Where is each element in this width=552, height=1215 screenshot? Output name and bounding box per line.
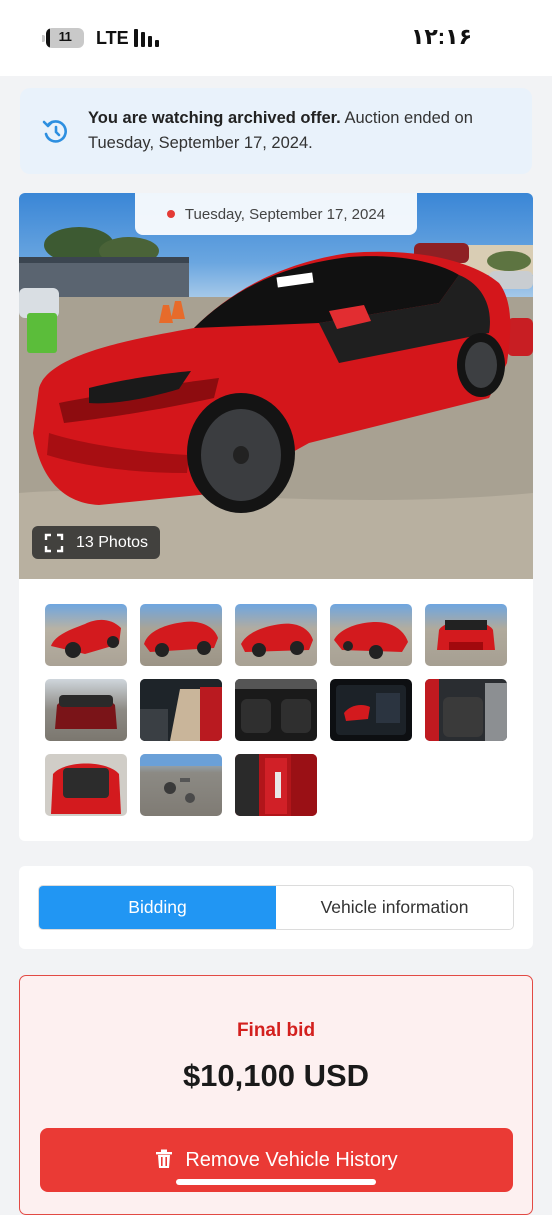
status-bar: 11 LTE ۱۲:۱۶ bbox=[0, 0, 552, 76]
home-indicator[interactable] bbox=[176, 1179, 376, 1185]
final-bid-value: $10,100 USD bbox=[182, 1058, 370, 1093]
main-vehicle-photo[interactable]: Tuesday, September 17, 2024 13 Photos bbox=[19, 193, 533, 579]
archived-notice: You are watching archived offer. Auction… bbox=[20, 88, 532, 174]
history-icon bbox=[42, 120, 67, 143]
auction-date-pill: Tuesday, September 17, 2024 bbox=[135, 193, 417, 235]
battery-level: 11 bbox=[58, 29, 72, 44]
final-bid-label: Final bid bbox=[236, 1020, 316, 1041]
thumbnail-11[interactable] bbox=[45, 754, 127, 816]
thumbnail-6[interactable] bbox=[45, 679, 127, 741]
view-photos-button[interactable]: 13 Photos bbox=[32, 526, 161, 559]
thumbnail-1[interactable] bbox=[45, 604, 127, 666]
thumbnail-8[interactable] bbox=[235, 679, 317, 741]
notice-text: You are watching archived offer. Auction… bbox=[88, 106, 508, 156]
clock: ۱۲:۱۶ bbox=[410, 24, 472, 49]
trash-icon bbox=[156, 1149, 173, 1168]
expand-icon bbox=[44, 533, 64, 552]
tab-vehicle-information[interactable]: Vehicle information bbox=[276, 886, 513, 929]
thumbnail-7[interactable] bbox=[140, 679, 222, 741]
thumbnail-10[interactable] bbox=[425, 679, 507, 741]
thumbnail-12[interactable] bbox=[140, 754, 222, 816]
tab-bar: Bidding Vehicle information bbox=[38, 885, 514, 930]
tabs-card: Bidding Vehicle information bbox=[19, 866, 533, 949]
photos-count-label: 13 Photos bbox=[76, 533, 149, 551]
tab-bidding[interactable]: Bidding bbox=[39, 886, 276, 929]
thumbnail-5[interactable] bbox=[425, 604, 507, 666]
thumbnail-2[interactable] bbox=[140, 604, 222, 666]
thumbnail-grid bbox=[45, 604, 509, 816]
auction-date-label: Tuesday, September 17, 2024 bbox=[184, 205, 386, 223]
network-type: LTE bbox=[96, 28, 129, 48]
gallery-card: Tuesday, September 17, 2024 13 Photos bbox=[19, 193, 533, 841]
thumbnail-13[interactable] bbox=[235, 754, 317, 816]
remove-vehicle-history-label: Remove Vehicle History bbox=[185, 1149, 398, 1171]
notice-bold-text: You are watching archived offer. bbox=[88, 109, 341, 127]
thumbnail-4[interactable] bbox=[330, 604, 412, 666]
signal-icon bbox=[134, 29, 159, 47]
car-photo-illustration bbox=[19, 227, 533, 579]
status-dot-icon bbox=[166, 210, 175, 218]
battery-icon: 11 bbox=[42, 28, 88, 48]
thumbnail-3[interactable] bbox=[235, 604, 317, 666]
thumbnail-9[interactable] bbox=[330, 679, 412, 741]
